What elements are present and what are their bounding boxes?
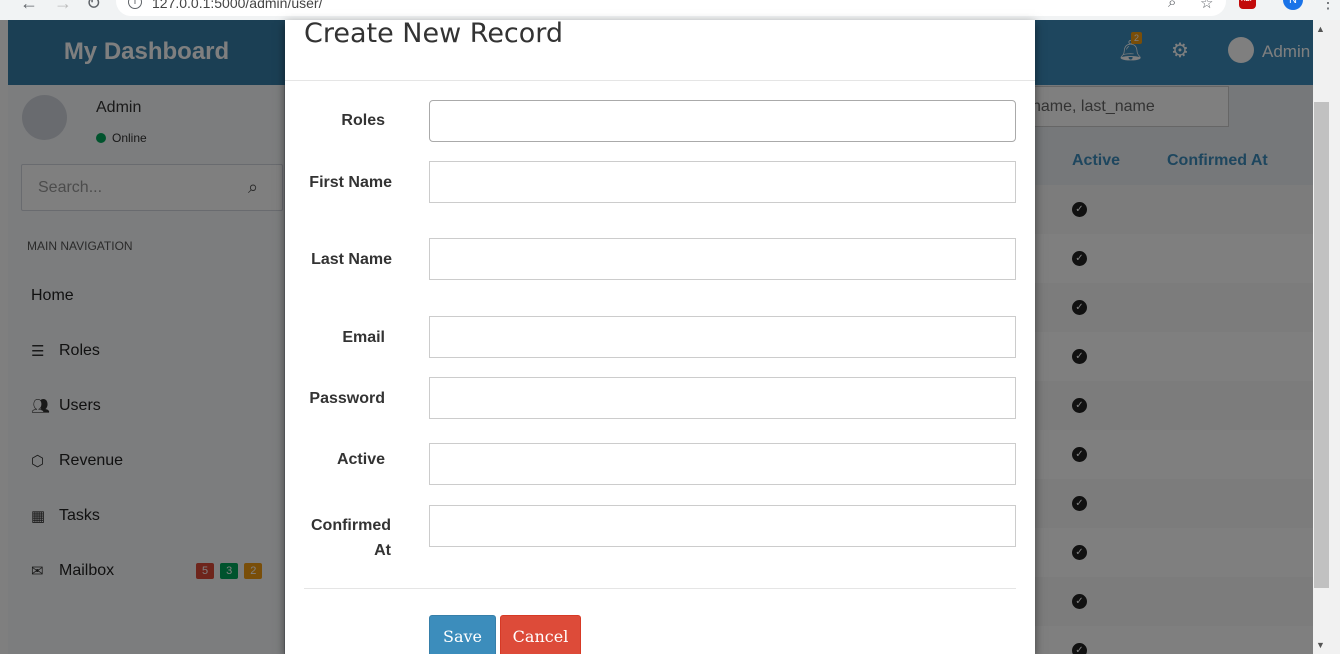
roles-label: Roles — [341, 112, 385, 129]
modal-title: Create New Record — [304, 18, 564, 49]
zoom-icon[interactable]: ⌕ — [1168, 0, 1176, 11]
confirmed-at-label: Confirmed At — [291, 513, 391, 563]
browser-menu-icon[interactable]: ⋮ — [1320, 0, 1336, 13]
confirmed-at-label-line2: At — [374, 542, 391, 559]
email-label: Email — [342, 329, 385, 346]
reload-icon[interactable]: ↻ — [86, 0, 101, 14]
create-record-modal: Create New Record Roles First Name Last … — [285, 18, 1035, 654]
first-name-field[interactable] — [429, 161, 1016, 203]
save-button[interactable]: Save — [429, 615, 496, 654]
email-field[interactable] — [429, 316, 1016, 358]
forward-icon[interactable]: → — [54, 0, 72, 14]
confirmed-at-label-line1: Confirmed — [311, 517, 391, 534]
scroll-down-icon[interactable]: ▼ — [1316, 640, 1325, 650]
cancel-button[interactable]: Cancel — [500, 615, 581, 654]
scrollbar-thumb[interactable] — [1314, 102, 1329, 588]
scroll-up-icon[interactable]: ▲ — [1316, 24, 1325, 34]
confirmed-at-field[interactable] — [429, 505, 1016, 547]
modal-header-divider — [285, 80, 1035, 81]
form-footer-divider — [304, 588, 1016, 589]
roles-field[interactable] — [429, 100, 1016, 142]
password-field[interactable] — [429, 377, 1016, 419]
active-field[interactable] — [429, 443, 1016, 485]
last-name-label: Last Name — [311, 251, 392, 268]
password-label: Password — [309, 390, 385, 407]
bookmark-star-icon[interactable]: ☆ — [1200, 0, 1213, 12]
browser-toolbar: ← → ↻ i 127.0.0.1:5000/admin/user/ ⌕ ☆ A… — [0, 0, 1340, 20]
url-text[interactable]: 127.0.0.1:5000/admin/user/ — [152, 0, 322, 11]
profile-avatar[interactable]: N — [1283, 0, 1303, 10]
first-name-label: First Name — [309, 174, 392, 191]
adblock-icon[interactable]: ABP — [1239, 0, 1256, 9]
back-icon[interactable]: ← — [20, 0, 38, 14]
last-name-field[interactable] — [429, 238, 1016, 280]
active-label: Active — [336, 451, 385, 468]
